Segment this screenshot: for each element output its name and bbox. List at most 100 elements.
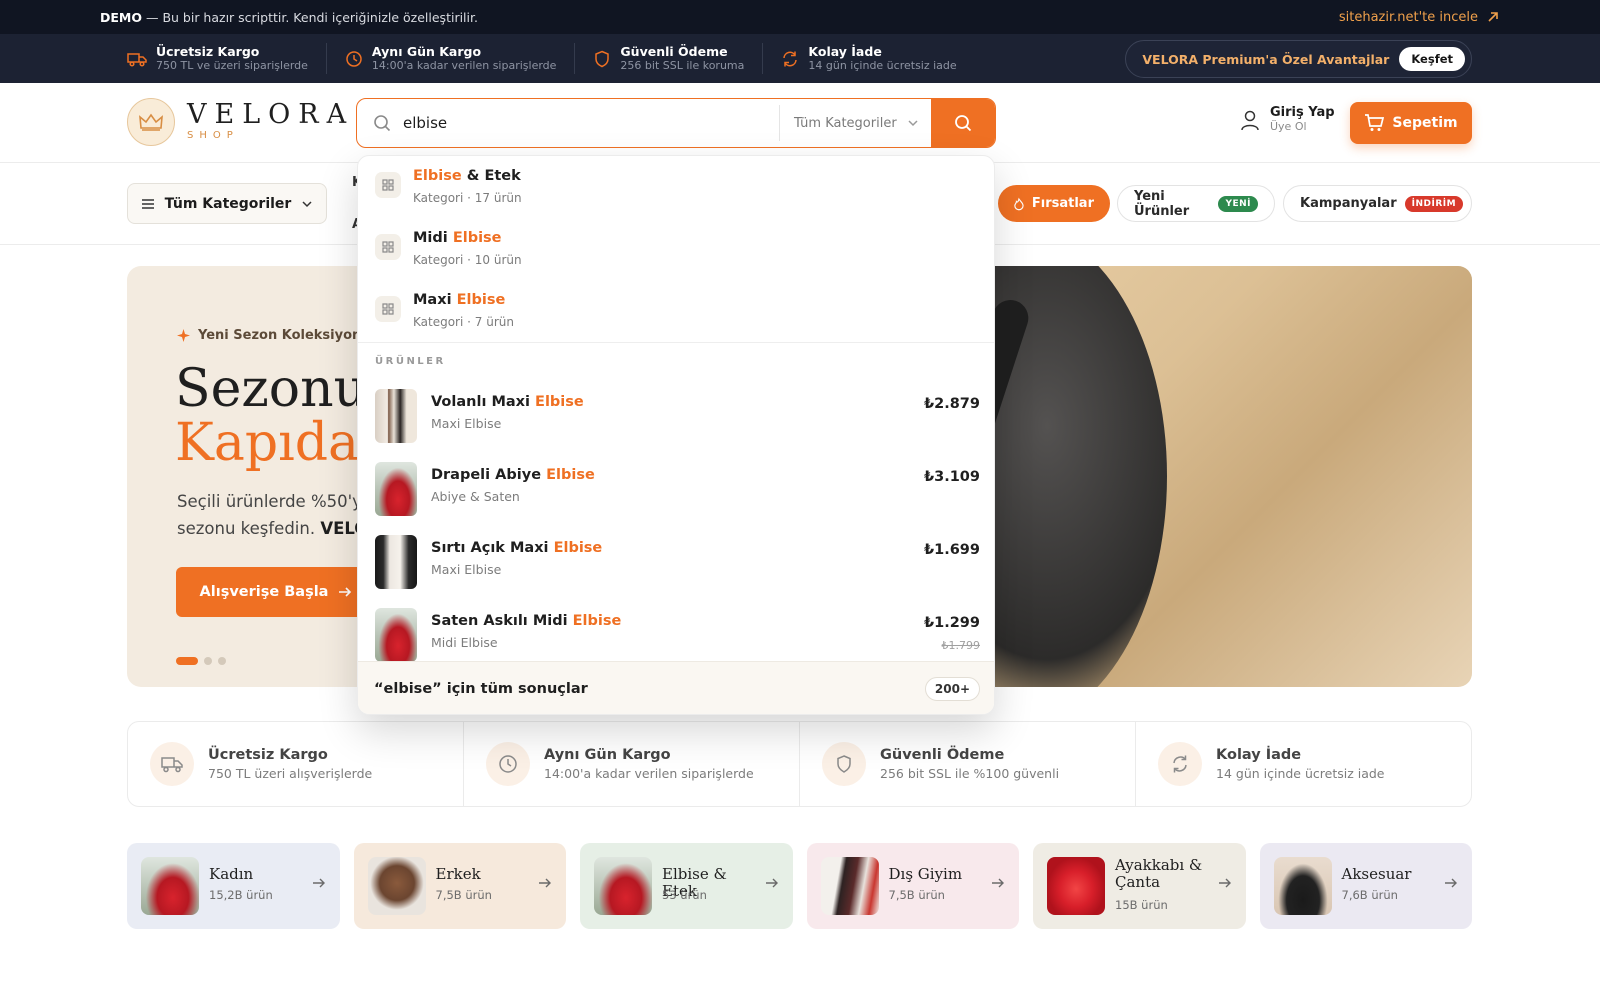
category-image	[367, 857, 426, 915]
slider-dot[interactable]	[204, 657, 212, 665]
cart-icon	[1365, 114, 1385, 131]
suggestion-product[interactable]: Sırtı Açık Maxi Elbise Maxi Elbise ₺1.69…	[358, 525, 994, 598]
product-price: ₺1.699	[924, 542, 980, 558]
usp-item-shipping: Ücretsiz Kargo 750 TL ve üzeri siparişler…	[127, 43, 327, 74]
category-card-accessories[interactable]: Aksesuar 7,6B ürün	[1259, 843, 1472, 929]
all-categories-button[interactable]: Tüm Kategoriler	[127, 183, 327, 224]
demo-tag: DEMO	[100, 9, 142, 25]
category-count: 15B ürün	[1115, 898, 1168, 912]
category-count: 15,2B ürün	[209, 888, 273, 902]
logo-wordmark: VELORA	[187, 99, 355, 130]
arrow-up-right-icon	[1488, 12, 1498, 22]
refresh-icon	[783, 51, 798, 66]
register-link[interactable]: Üye Ol	[1270, 120, 1335, 134]
name-highlight: Elbise	[413, 168, 462, 184]
category-image	[594, 857, 652, 915]
logo[interactable]: VELORA SHOP	[127, 98, 354, 146]
feature-sameday: Aynı Gün Kargo 14:00'a kadar verilen sipa…	[464, 722, 800, 806]
new-products-link[interactable]: Yeni Ürünler YENİ	[1117, 185, 1275, 222]
features-bar: Ücretsiz Kargo 750 TL üzeri alışverişlerd…	[127, 721, 1472, 807]
account-login[interactable]: Giriş Yap Üye Ol	[1240, 105, 1335, 134]
campaigns-label: Kampanyalar	[1300, 196, 1397, 211]
new-badge: YENİ	[1218, 195, 1258, 212]
search-button[interactable]	[931, 99, 995, 147]
arrow-right-icon	[992, 878, 1004, 888]
product-category: Abiye & Saten	[431, 489, 520, 504]
flame-icon	[1014, 197, 1024, 210]
logo-subtitle: SHOP	[187, 130, 239, 141]
usp-title: Kolay İade	[808, 43, 882, 59]
hero-kicker: Yeni Sezon Koleksiyonu	[177, 328, 371, 343]
suggestion-product[interactable]: Volanlı Maxi Elbise Maxi Elbise ₺2.879	[358, 379, 994, 452]
search-icon	[374, 115, 391, 132]
grid-icon	[375, 172, 401, 198]
name-prefix: Volanlı Maxi	[431, 394, 536, 410]
name-highlight: Elbise	[456, 292, 506, 308]
discount-badge: İNDİRİM	[1404, 195, 1464, 212]
category-card-outerwear[interactable]: Dış Giyim 7,5B ürün	[806, 843, 1019, 929]
name-prefix: Maxi	[413, 292, 457, 308]
slider-dot[interactable]	[218, 657, 226, 665]
category-name: Erkek	[435, 865, 481, 883]
all-categories-label: Tüm Kategoriler	[164, 195, 292, 212]
slider-dot[interactable]	[176, 657, 198, 665]
name-prefix: Sırtı Açık Maxi	[431, 540, 554, 556]
product-price: ₺3.109	[924, 469, 980, 485]
truck-icon	[127, 52, 147, 67]
usp-subtitle: 256 bit SSL ile koruma	[620, 58, 745, 72]
suggestion-category[interactable]: Elbise & Etek Kategori · 17 ürün	[358, 156, 994, 218]
chevron-down-icon	[908, 120, 918, 127]
hero-text-1: Seçili ürünlerde %50'ye k	[177, 492, 387, 511]
sparkle-icon	[177, 329, 190, 342]
usp-strip: Ücretsiz Kargo 750 TL ve üzeri siparişler…	[0, 34, 1600, 83]
all-results-label: “elbise” için tüm sonuçlar	[374, 681, 588, 697]
premium-discover-button[interactable]: Keşfet	[1399, 47, 1465, 71]
login-title: Giriş Yap	[1270, 105, 1335, 120]
start-shopping-button[interactable]: Alışverişe Başla	[176, 567, 376, 617]
category-count: 7,6B ürün	[1341, 888, 1398, 902]
deals-link[interactable]: Fırsatlar	[998, 185, 1110, 222]
category-card-men[interactable]: Erkek 7,5B ürün	[353, 843, 566, 929]
usp-title: Aynı Gün Kargo	[371, 43, 482, 59]
divider	[358, 342, 994, 343]
name-prefix: Saten Askılı Midi	[431, 613, 573, 629]
category-cards: Kadın 15,2B ürün Erkek 7,5B ürün Elbise …	[127, 843, 1472, 929]
category-card-shoes-bags[interactable]: Ayakkabı & Çanta 15B ürün	[1033, 843, 1246, 929]
suggestion-category-name: Elbise & Etek	[413, 168, 521, 184]
suggestion-category[interactable]: Midi Elbise Kategori · 10 ürün	[358, 218, 994, 280]
category-card-women[interactable]: Kadın 15,2B ürün	[127, 843, 340, 929]
search-input[interactable]	[403, 114, 779, 132]
suggestion-category[interactable]: Maxi Elbise Kategori · 7 ürün	[358, 280, 994, 342]
category-name: Ayakkabı & Çanta	[1115, 856, 1203, 891]
refresh-icon	[1158, 742, 1202, 786]
demo-link[interactable]: sitehazir.net'te incele	[1339, 10, 1500, 25]
premium-banner: VELORA Premium'a Özel Avantajlar Keşfet	[1125, 40, 1472, 78]
start-shopping-label: Alışverişe Başla	[199, 584, 329, 600]
suggestion-category-name: Midi Elbise	[413, 230, 502, 246]
new-products-label: Yeni Ürünler	[1134, 188, 1190, 219]
premium-text: VELORA Premium'a Özel Avantajlar	[1142, 51, 1390, 67]
category-count: 7,5B ürün	[888, 888, 945, 902]
category-image	[141, 857, 199, 915]
product-price: ₺2.879	[924, 396, 980, 412]
category-image	[820, 857, 879, 915]
feature-payment: Güvenli Ödeme 256 bit SSL ile %100 güvenl…	[800, 722, 1136, 806]
name-highlight: Elbise	[553, 540, 603, 556]
arrow-right-icon	[765, 878, 778, 888]
grid-icon	[375, 296, 401, 322]
product-thumbnail	[375, 389, 417, 443]
suggestion-product[interactable]: Drapeli Abiye Elbise Abiye & Saten ₺3.10…	[358, 452, 994, 525]
all-results-link[interactable]: “elbise” için tüm sonuçlar 200+	[358, 661, 994, 714]
category-name: Kadın	[209, 865, 254, 883]
site-header: VELORA SHOP Tüm Kategoriler Giriş YapÜye…	[0, 83, 1600, 163]
category-card-dresses[interactable]: Elbise & Etek 53 ürün	[580, 843, 793, 929]
search-category-label: Tüm Kategoriler	[794, 115, 897, 131]
user-icon	[1241, 110, 1259, 130]
campaigns-link[interactable]: Kampanyalar İNDİRİM	[1283, 185, 1472, 222]
search-category-select[interactable]: Tüm Kategoriler	[779, 105, 931, 141]
category-name: Dış Giyim	[888, 865, 963, 883]
cart-button[interactable]: Sepetim	[1350, 102, 1472, 144]
clock-icon	[346, 50, 362, 67]
name-prefix: Midi	[413, 230, 453, 246]
product-price: ₺1.299	[924, 615, 980, 631]
